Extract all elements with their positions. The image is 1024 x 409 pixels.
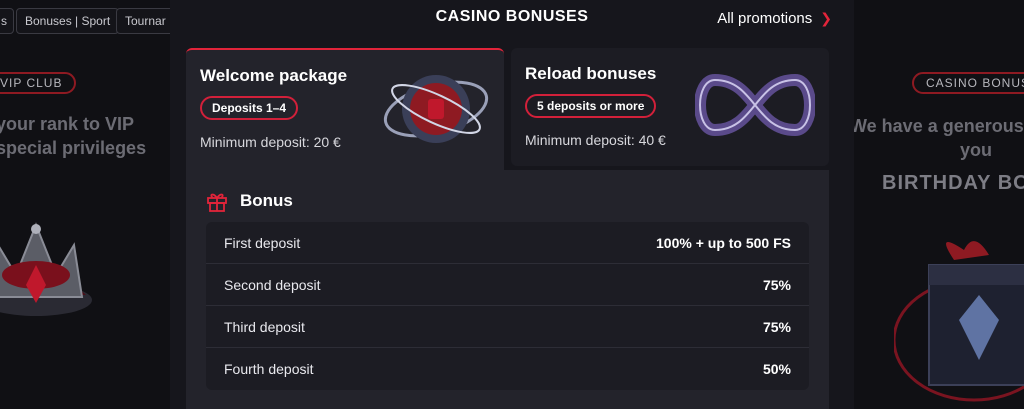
deposit-label: Third deposit bbox=[224, 318, 305, 335]
right-background-panel: CASINO BONUS We have a generous g you BI… bbox=[854, 0, 1024, 409]
tab-reload-bonuses[interactable]: Reload bonuses 5 deposits or more Minimu… bbox=[511, 48, 829, 166]
deposits-badge: Deposits 1–4 bbox=[200, 96, 299, 120]
top-chip[interactable]: Bonuses | Sport bbox=[16, 8, 120, 34]
right-panel-text: We have a generous g bbox=[854, 116, 1024, 136]
deposit-value: 100% + up to 500 FS bbox=[656, 234, 791, 251]
minimum-deposit: Minimum deposit: 40 € bbox=[525, 132, 666, 148]
casino-bonus-badge: CASINO BONUS bbox=[912, 72, 1024, 94]
reload-bonuses-illustration bbox=[695, 73, 815, 137]
chevron-right-icon: ❯ bbox=[820, 10, 832, 26]
bonus-table: First deposit 100% + up to 500 FS Second… bbox=[206, 222, 809, 390]
deposit-value: 75% bbox=[762, 276, 791, 293]
minimum-deposit: Minimum deposit: 20 € bbox=[200, 134, 341, 150]
top-chip[interactable]: Tournar bbox=[116, 8, 170, 34]
table-row: Second deposit 75% bbox=[206, 264, 809, 306]
deposits-badge: 5 deposits or more bbox=[525, 94, 657, 118]
casino-bonuses-panel: CASINO BONUSES All promotions ❯ Welcome … bbox=[170, 0, 854, 409]
all-promotions-label: All promotions bbox=[717, 10, 813, 27]
gift-box-illustration bbox=[894, 241, 1024, 402]
deposit-label: Second deposit bbox=[224, 276, 321, 293]
bonus-heading: Bonus bbox=[206, 190, 293, 212]
left-background-panel: s Bonuses | Sport Tournar VIP CLUB your … bbox=[0, 0, 170, 409]
table-row: First deposit 100% + up to 500 FS bbox=[206, 222, 809, 264]
left-panel-text: special privileges bbox=[0, 138, 147, 158]
gift-icon bbox=[207, 193, 227, 212]
tab-title: Welcome package bbox=[200, 66, 348, 85]
right-panel-text: you bbox=[960, 140, 993, 160]
deposit-label: First deposit bbox=[224, 234, 301, 251]
vip-club-badge: VIP CLUB bbox=[0, 72, 77, 94]
welcome-package-illustration bbox=[383, 75, 489, 143]
crown-illustration bbox=[0, 222, 92, 316]
all-promotions-link[interactable]: All promotions ❯ bbox=[717, 10, 832, 27]
left-panel-text: your rank to VIP bbox=[0, 114, 135, 134]
top-chip[interactable]: s bbox=[0, 8, 14, 34]
tab-welcome-package[interactable]: Welcome package Deposits 1–4 Minimum dep… bbox=[186, 48, 504, 170]
deposit-label: Fourth deposit bbox=[224, 361, 314, 377]
tab-title: Reload bonuses bbox=[525, 64, 657, 83]
right-panel-heading: BIRTHDAY BO bbox=[882, 172, 1024, 194]
deposit-value: 75% bbox=[762, 318, 791, 335]
table-row: Fourth deposit 50% bbox=[206, 348, 809, 390]
bonus-heading-label: Bonus bbox=[240, 191, 293, 210]
deposit-value: 50% bbox=[762, 361, 791, 377]
table-row: Third deposit 75% bbox=[206, 306, 809, 348]
